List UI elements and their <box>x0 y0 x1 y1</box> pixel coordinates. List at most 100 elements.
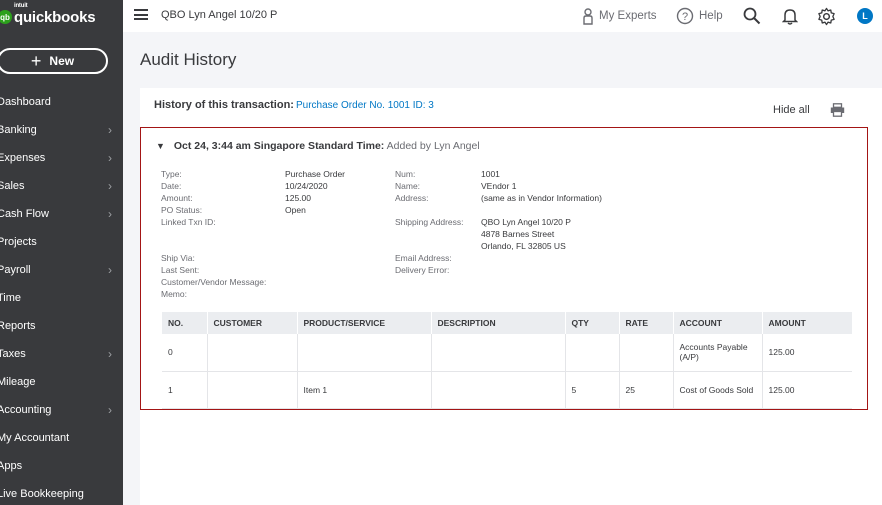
sidebar-item-projects[interactable]: Projects <box>0 228 123 256</box>
sidebar-item-my-accountant[interactable]: My Accountant <box>0 424 123 452</box>
notifications-button[interactable] <box>782 0 803 32</box>
sidebar-item-label: Mileage <box>0 376 36 388</box>
sidebar-item-time[interactable]: Time <box>0 284 123 312</box>
field-label: Last Sent: <box>161 265 200 275</box>
field-label: Amount: <box>161 193 193 203</box>
field-label: Address: <box>395 193 429 203</box>
gear-icon <box>818 7 835 25</box>
sidebar-item-accounting[interactable]: Accounting › <box>0 396 123 424</box>
column-header: ACCOUNT <box>673 312 763 334</box>
field-value: Open <box>285 205 306 215</box>
field-label: Ship Via: <box>161 253 195 263</box>
table-cell <box>207 371 298 409</box>
line-items-table: NO. CUSTOMER PRODUCT/SERVICE DESCRIPTION… <box>162 312 852 409</box>
shipping-address-label: Shipping Address: <box>395 217 464 227</box>
table-cell <box>207 334 298 372</box>
sidebar-item-label: Time <box>0 292 22 304</box>
app-root: qb intuit quickbooks + New Dashboard Bank… <box>0 0 882 505</box>
table-cell: 0 <box>162 334 208 372</box>
field-label: Name: <box>395 181 421 191</box>
field-label: Date: <box>161 181 182 191</box>
sidebar-item-cash-flow[interactable]: Cash Flow › <box>0 200 123 228</box>
column-header: QTY <box>565 312 620 334</box>
sidebar-item-payroll[interactable]: Payroll › <box>0 256 123 284</box>
sidebar-item-label: Taxes <box>0 348 26 360</box>
chevron-right-icon: › <box>108 347 112 361</box>
chevron-right-icon: › <box>108 263 112 277</box>
company-name: QBO Lyn Angel 10/20 P <box>161 9 278 21</box>
user-avatar[interactable]: L <box>857 8 873 24</box>
sidebar-item-live-bookkeeping[interactable]: Live Bookkeeping <box>0 480 123 505</box>
column-header: AMOUNT <box>762 312 852 334</box>
left-sidebar: qb intuit quickbooks + New Dashboard Bank… <box>0 0 123 505</box>
help-question-icon: ? <box>676 7 694 25</box>
column-header: PRODUCT/SERVICE <box>297 312 432 334</box>
sidebar-item-dashboard[interactable]: Dashboard <box>0 88 123 116</box>
sidebar-item-reports[interactable]: Reports <box>0 312 123 340</box>
sidebar-item-sales[interactable]: Sales › <box>0 172 123 200</box>
sidebar-item-mileage[interactable]: Mileage <box>0 368 123 396</box>
table-cell <box>565 334 620 372</box>
audit-entry-card: ▼ Oct 24, 3:44 am Singapore Standard Tim… <box>140 127 868 410</box>
sidebar-item-label: Banking <box>0 124 37 136</box>
table-cell <box>431 334 566 372</box>
column-header: RATE <box>619 312 674 334</box>
sidebar-item-taxes[interactable]: Taxes › <box>0 340 123 368</box>
entry-action: Added by Lyn Angel <box>386 140 480 152</box>
table-cell: 25 <box>619 371 674 409</box>
field-label: Linked Txn ID: <box>161 217 216 227</box>
table-row: 0 Accounts Payable (A/P) 125.00 <box>162 334 852 372</box>
table-cell: 125.00 <box>762 334 852 372</box>
logo-intuit-text: intuit <box>14 2 28 9</box>
field-label: Num: <box>395 169 416 179</box>
chevron-right-icon: › <box>108 179 112 193</box>
table-cell: Item 1 <box>297 371 432 409</box>
column-header: CUSTOMER <box>207 312 298 334</box>
table-cell: 5 <box>565 371 620 409</box>
field-label: Email Address: <box>395 253 452 263</box>
entry-timestamp: Oct 24, 3:44 am Singapore Standard Time: <box>173 140 385 152</box>
chevron-right-icon: › <box>108 207 112 221</box>
shipping-line: 4878 Barnes Street <box>481 229 555 239</box>
collapse-triangle-icon[interactable]: ▼ <box>156 141 165 151</box>
chevron-right-icon: › <box>108 403 112 417</box>
sidebar-item-label: Accounting <box>0 404 52 416</box>
new-button-label: New <box>49 54 75 68</box>
chevron-right-icon: › <box>108 151 112 165</box>
field-label: Delivery Error: <box>395 265 450 275</box>
sidebar-item-label: Live Bookkeeping <box>0 488 84 500</box>
shipping-line: Orlando, FL 32805 US <box>481 241 566 251</box>
help-button[interactable]: ? Help <box>676 0 723 32</box>
field-label: Type: <box>161 169 182 179</box>
bell-icon <box>782 9 798 25</box>
print-icon[interactable] <box>830 103 845 122</box>
quickbooks-logo[interactable]: qb intuit quickbooks <box>0 3 96 26</box>
hide-all-button[interactable]: Hide all <box>773 104 810 116</box>
sidebar-item-label: Expenses <box>0 152 46 164</box>
sidebar-item-label: Projects <box>0 236 37 248</box>
sidebar-item-expenses[interactable]: Expenses › <box>0 144 123 172</box>
my-experts-button[interactable]: My Experts <box>582 0 657 32</box>
sidebar-item-banking[interactable]: Banking › <box>0 116 123 144</box>
field-label: PO Status: <box>161 205 203 215</box>
logo-wordmark: intuit quickbooks <box>14 3 96 26</box>
sidebar-nav: Dashboard Banking › Expenses › Sales › Cash Flo… <box>0 88 123 505</box>
field-value: 10/24/2020 <box>285 181 328 191</box>
qb-badge-icon: qb <box>0 10 12 24</box>
sidebar-item-label: Payroll <box>0 264 31 276</box>
help-label: Help <box>699 10 723 22</box>
sidebar-item-label: Dashboard <box>0 96 51 108</box>
search-button[interactable] <box>743 0 766 32</box>
table-cell: Cost of Goods Sold <box>673 371 763 409</box>
sidebar-item-label: Cash Flow <box>0 208 49 220</box>
table-cell <box>297 334 432 372</box>
hamburger-menu-icon[interactable] <box>134 9 148 20</box>
new-button[interactable]: + New <box>0 48 108 74</box>
table-cell <box>619 334 674 372</box>
settings-button[interactable] <box>817 0 841 32</box>
sidebar-item-label: My Accountant <box>0 432 70 444</box>
field-label: Memo: <box>161 289 187 299</box>
svg-text:?: ? <box>682 11 688 23</box>
transaction-link[interactable]: Purchase Order No. 1001 ID: 3 <box>296 100 434 111</box>
sidebar-item-apps[interactable]: Apps <box>0 452 123 480</box>
